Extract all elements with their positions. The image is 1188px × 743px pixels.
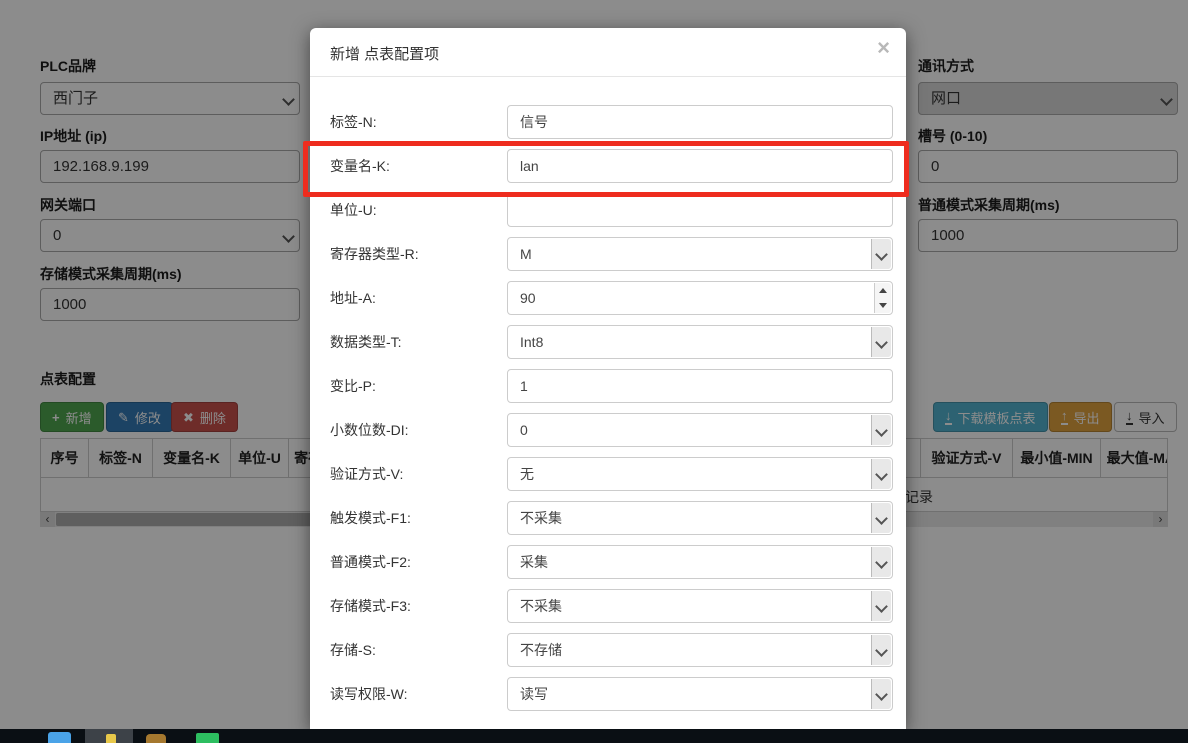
taskbar-active-app[interactable] [85, 729, 133, 743]
form-row: 单位-U: [330, 193, 906, 227]
data-type-select[interactable]: Int8 [507, 325, 893, 359]
form-row: 地址-A: 90 [330, 281, 906, 315]
windows-taskbar [0, 729, 1188, 743]
chevron-down-icon [871, 679, 891, 709]
ratio-input[interactable]: 1 [507, 369, 893, 403]
variable-name-input[interactable]: lan [507, 149, 893, 183]
form-row: 验证方式-V: 无 [330, 457, 906, 491]
chevron-down-icon [871, 503, 891, 533]
form-row: 触发模式-F1: 不采集 [330, 501, 906, 535]
trigger-mode-select[interactable]: 不采集 [507, 501, 893, 535]
label-n-input[interactable]: 信号 [507, 105, 893, 139]
unit-input[interactable] [507, 193, 893, 227]
chevron-down-icon [871, 591, 891, 621]
spinner-up-icon[interactable] [875, 283, 891, 299]
form-row: 普通模式-F2: 采集 [330, 545, 906, 579]
register-type-select[interactable]: M [507, 237, 893, 271]
validation-select[interactable]: 无 [507, 457, 893, 491]
rw-permission-select[interactable]: 读写 [507, 677, 893, 711]
spinner-down-icon[interactable] [875, 298, 891, 313]
chevron-down-icon [871, 547, 891, 577]
screen: PLC品牌 西门子 IP地址 (ip) 192.168.9.199 网关端口 0… [0, 0, 1188, 743]
form-row: 变比-P: 1 [330, 369, 906, 403]
modal-body: 标签-N: 信号 变量名-K: lan 单位-U: 寄存器类型-R: [310, 77, 906, 711]
form-row: 存储模式-F3: 不采集 [330, 589, 906, 623]
taskbar-app-icon[interactable] [48, 732, 71, 743]
storage-select[interactable]: 不存储 [507, 633, 893, 667]
address-input[interactable]: 90 [507, 281, 893, 315]
chevron-down-icon [871, 239, 891, 269]
chevron-down-icon [871, 635, 891, 665]
form-row: 寄存器类型-R: M [330, 237, 906, 271]
decimal-digits-select[interactable]: 0 [507, 413, 893, 447]
chevron-down-icon [871, 327, 891, 357]
taskbar-app-icon[interactable] [196, 733, 219, 743]
form-row: 小数位数-DI: 0 [330, 413, 906, 447]
form-row: 标签-N: 信号 [330, 105, 906, 139]
chevron-down-icon [871, 459, 891, 489]
normal-mode-select[interactable]: 采集 [507, 545, 893, 579]
storage-mode-select[interactable]: 不采集 [507, 589, 893, 623]
form-row: 存储-S: 不存储 [330, 633, 906, 667]
form-row: 数据类型-T: Int8 [330, 325, 906, 359]
modal-header: 新增 点表配置项 × [310, 28, 906, 77]
taskbar-app-icon[interactable] [146, 734, 166, 743]
modal-title: 新增 点表配置项 [330, 43, 439, 64]
form-row: 读写权限-W: 读写 [330, 677, 906, 711]
add-point-modal: 新增 点表配置项 × 标签-N: 信号 变量名-K: lan 单位-U: [310, 28, 906, 729]
close-icon[interactable]: × [877, 37, 890, 59]
form-row: 变量名-K: lan [330, 149, 906, 183]
chevron-down-icon [871, 415, 891, 445]
number-spinner[interactable] [874, 283, 891, 313]
